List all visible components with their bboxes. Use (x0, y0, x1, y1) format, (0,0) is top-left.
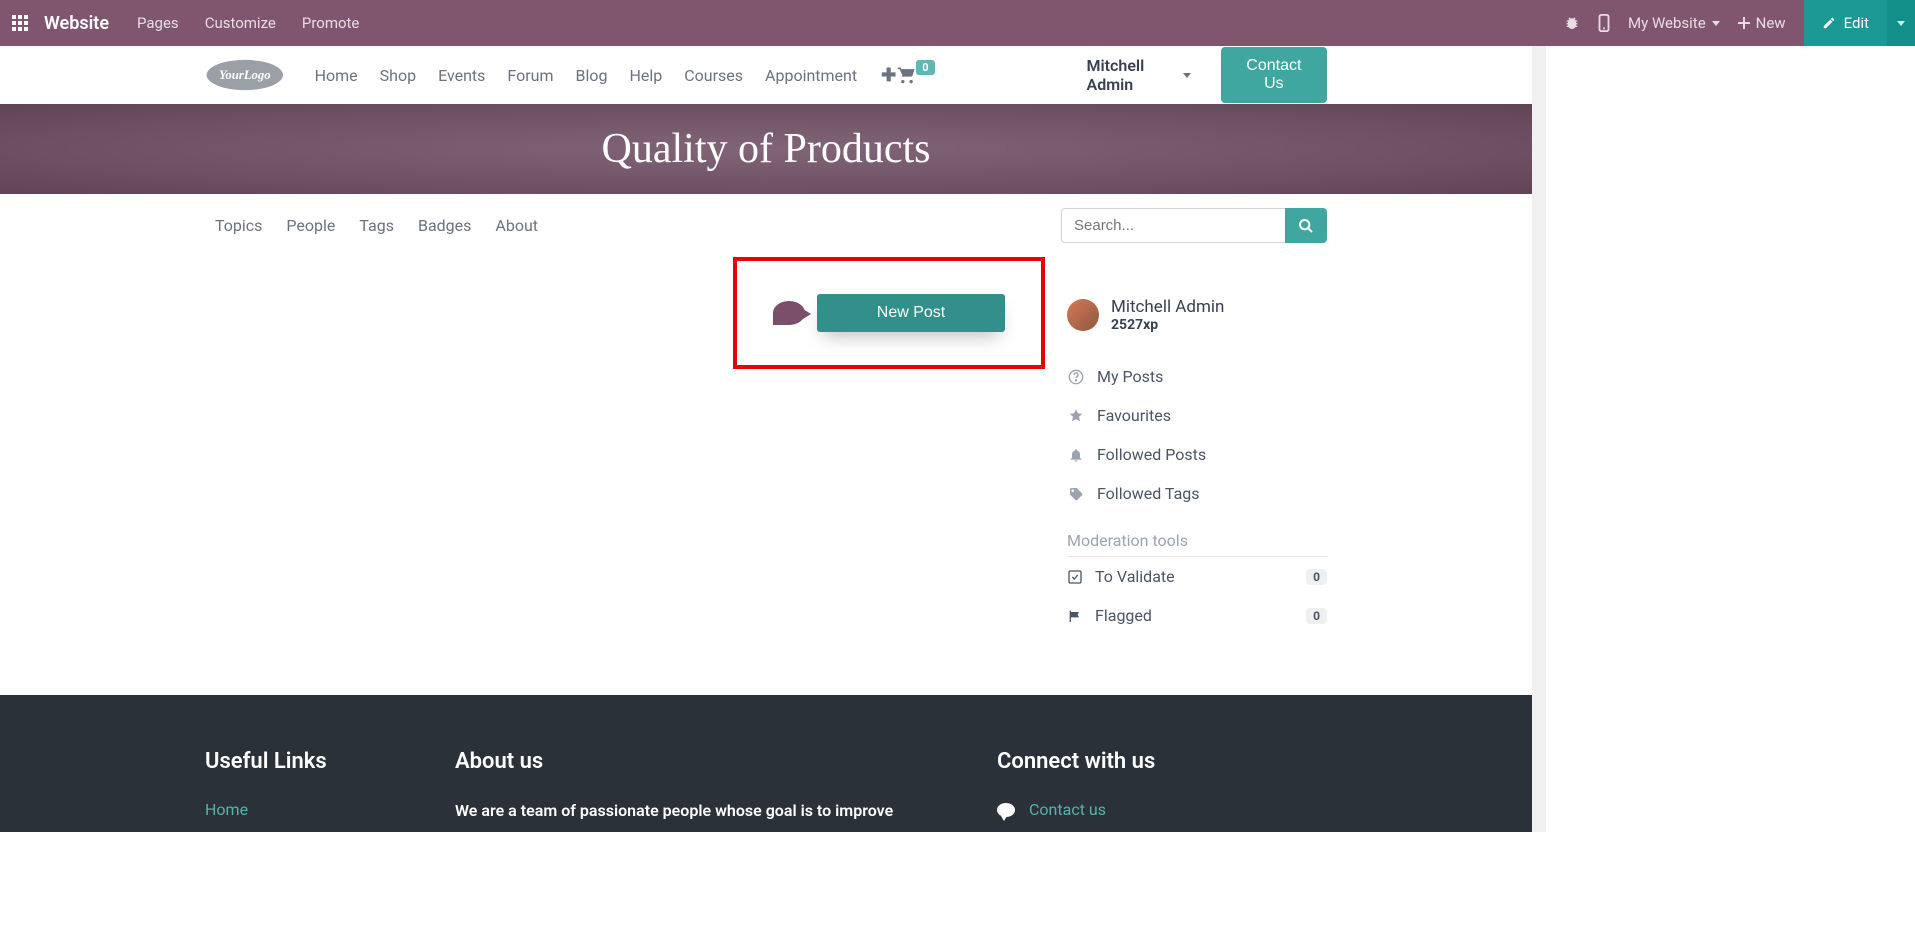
footer-connect-heading: Connect with us (997, 749, 1327, 774)
bug-icon[interactable] (1564, 15, 1580, 31)
forum-nav-tags[interactable]: Tags (359, 216, 394, 235)
sidebar-user[interactable]: Mitchell Admin 2527xp (1067, 297, 1327, 333)
plus-icon (1738, 17, 1750, 29)
contact-us-button[interactable]: Contact Us (1221, 47, 1327, 103)
forum-nav-people[interactable]: People (286, 216, 335, 235)
nav-blog[interactable]: Blog (576, 66, 608, 85)
site-nav: YourLogo Home Shop Events Forum Blog Hel… (0, 46, 1532, 104)
admin-menu-promote[interactable]: Promote (302, 14, 360, 32)
user-menu-label: Mitchell Admin (1087, 56, 1175, 94)
footer-about-text: We are a team of passionate people whose… (455, 800, 937, 822)
sidebar-item-label: My Posts (1097, 367, 1163, 386)
search-button[interactable] (1285, 208, 1327, 243)
bell-icon (1067, 447, 1085, 463)
pointer-icon (773, 301, 805, 325)
sidebar-item-label: Followed Tags (1097, 484, 1200, 503)
new-button[interactable]: New (1738, 14, 1786, 32)
nav-help[interactable]: Help (629, 66, 662, 85)
chevron-down-icon (1897, 21, 1905, 26)
page-hero: Quality of Products (0, 104, 1532, 194)
chevron-down-icon (1712, 21, 1720, 26)
cart-button[interactable]: 0 (896, 65, 936, 85)
moderation-flagged[interactable]: Flagged 0 (1067, 596, 1327, 635)
footer-about-heading: About us (455, 749, 937, 774)
admin-brand[interactable]: Website (44, 13, 109, 34)
nav-forum[interactable]: Forum (507, 66, 553, 85)
moderation-heading: Moderation tools (1067, 531, 1327, 557)
forum-sidebar: Mitchell Admin 2527xp My Posts Favourite… (1067, 257, 1327, 635)
count-badge: 0 (1306, 608, 1327, 624)
forum-content-area: New Post (215, 257, 1027, 597)
admin-menu-customize[interactable]: Customize (205, 14, 276, 32)
new-label: New (1756, 14, 1786, 32)
speech-bubble-icon (997, 803, 1015, 817)
forum-subnav: Topics People Tags Badges About (0, 194, 1532, 257)
flag-icon (1067, 608, 1083, 624)
apps-icon[interactable] (12, 15, 28, 31)
search-form (1061, 208, 1327, 243)
highlight-annotation: New Post (733, 257, 1045, 369)
sidebar-my-posts[interactable]: My Posts (1067, 357, 1327, 396)
search-icon (1298, 218, 1314, 234)
new-post-button[interactable]: New Post (817, 294, 1005, 332)
nav-events[interactable]: Events (438, 66, 485, 85)
sidebar-favourites[interactable]: Favourites (1067, 396, 1327, 435)
avatar (1067, 299, 1099, 331)
tag-icon (1067, 486, 1085, 502)
edit-button[interactable]: Edit (1804, 0, 1887, 46)
search-input[interactable] (1061, 208, 1285, 243)
question-circle-icon (1067, 369, 1085, 385)
check-square-icon (1067, 569, 1083, 585)
footer-link-contact[interactable]: Contact us (1029, 800, 1106, 819)
forum-nav-topics[interactable]: Topics (215, 216, 262, 235)
sidebar-item-label: Followed Posts (1097, 445, 1206, 464)
footer-links-heading: Useful Links (205, 749, 395, 774)
edit-label: Edit (1844, 14, 1869, 32)
cart-count-badge: 0 (916, 60, 934, 75)
sidebar-user-xp: 2527xp (1111, 317, 1224, 333)
mobile-icon[interactable] (1598, 14, 1610, 32)
site-switcher-label: My Website (1628, 14, 1706, 32)
star-icon (1067, 408, 1085, 424)
edit-dropdown[interactable] (1887, 0, 1915, 46)
count-badge: 0 (1306, 569, 1327, 585)
moderation-item-label: Flagged (1095, 606, 1152, 625)
site-logo[interactable]: YourLogo (205, 55, 285, 95)
pencil-icon (1822, 16, 1836, 30)
admin-bar: Website Pages Customize Promote My Websi… (0, 0, 1915, 46)
nav-courses[interactable]: Courses (684, 66, 743, 85)
sidebar-item-label: Favourites (1097, 406, 1171, 425)
site-switcher[interactable]: My Website (1628, 14, 1720, 32)
site-footer: Useful Links Home About us We are a team… (0, 695, 1532, 832)
svg-text:YourLogo: YourLogo (219, 68, 271, 82)
forum-nav-about[interactable]: About (495, 216, 538, 235)
nav-home[interactable]: Home (315, 66, 358, 85)
sidebar-followed-tags[interactable]: Followed Tags (1067, 474, 1327, 513)
nav-add-icon[interactable]: ✚ (881, 65, 896, 86)
sidebar-user-name: Mitchell Admin (1111, 297, 1224, 317)
chevron-down-icon (1183, 73, 1191, 78)
user-menu[interactable]: Mitchell Admin (1087, 56, 1191, 94)
nav-appointment[interactable]: Appointment (765, 66, 857, 85)
nav-shop[interactable]: Shop (380, 66, 416, 85)
forum-nav-badges[interactable]: Badges (418, 216, 471, 235)
moderation-to-validate[interactable]: To Validate 0 (1067, 557, 1327, 596)
footer-link-home[interactable]: Home (205, 800, 248, 819)
sidebar-followed-posts[interactable]: Followed Posts (1067, 435, 1327, 474)
page-title: Quality of Products (602, 125, 931, 173)
cart-icon (896, 65, 918, 85)
moderation-item-label: To Validate (1095, 567, 1175, 586)
admin-menu-pages[interactable]: Pages (137, 14, 179, 32)
